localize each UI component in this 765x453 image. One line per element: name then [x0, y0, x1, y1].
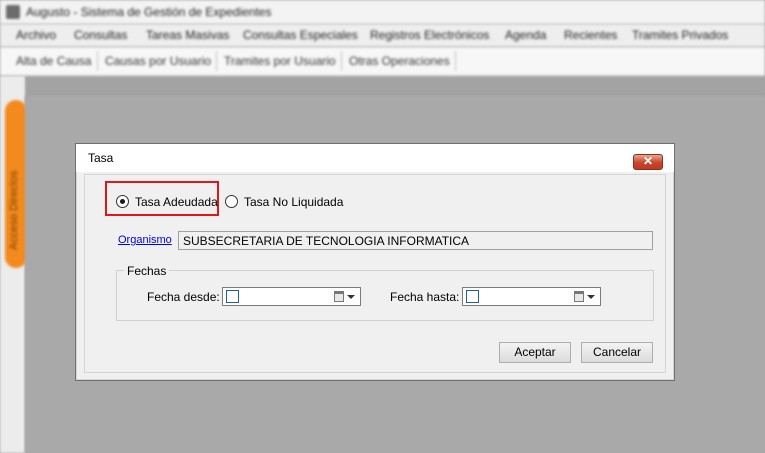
accept-button[interactable]: Aceptar: [499, 342, 571, 363]
menu-recientes[interactable]: Recientes: [564, 28, 617, 42]
menu-agenda[interactable]: Agenda: [505, 28, 546, 42]
side-tab-label: Acceso Directos: [8, 170, 20, 250]
calendar-icon[interactable]: [574, 291, 584, 302]
dialog-title: Tasa: [88, 151, 114, 165]
menubar: Archivo Consultas Tareas Masivas Consult…: [0, 24, 765, 47]
menu-consultas-especiales[interactable]: Consultas Especiales: [243, 28, 358, 42]
toolbar-separator: [455, 51, 456, 71]
fecha-hasta-picker[interactable]: [462, 287, 601, 306]
menu-archivo[interactable]: Archivo: [16, 28, 56, 42]
calendar-icon[interactable]: [334, 291, 344, 302]
organismo-link[interactable]: Organismo: [118, 234, 172, 246]
dropdown-arrow-icon[interactable]: [587, 295, 595, 299]
cancel-button[interactable]: Cancelar: [581, 342, 653, 363]
organismo-field: SUBSECRETARIA DE TECNOLOGIA INFORMATICA: [178, 231, 653, 250]
close-button[interactable]: ✕: [633, 154, 663, 170]
toolbar-otras-operaciones[interactable]: Otras Operaciones: [349, 54, 450, 68]
fecha-desde-picker[interactable]: [222, 287, 361, 306]
fecha-hasta-checkbox[interactable]: [466, 290, 479, 303]
radio-tasa-adeudada[interactable]: [116, 195, 129, 208]
menu-registros-electronicos[interactable]: Registros Electrónicos: [370, 28, 489, 42]
side-tab-accesos-directos[interactable]: Acceso Directos: [5, 100, 27, 268]
toolbar-tramites-por-usuario[interactable]: Tramites por Usuario: [224, 54, 336, 68]
fecha-desde-label: Fecha desde:: [147, 290, 220, 304]
radio-tasa-adeudada-label[interactable]: Tasa Adeudada: [135, 195, 218, 209]
menu-tramites-privados[interactable]: Tramites Privados: [632, 28, 728, 42]
fecha-desde-checkbox[interactable]: [226, 290, 239, 303]
toolbar-separator: [97, 51, 98, 71]
menu-consultas[interactable]: Consultas: [74, 28, 127, 42]
fecha-hasta-label: Fecha hasta:: [390, 290, 460, 304]
radio-tasa-no-liquidada[interactable]: [225, 195, 238, 208]
toolbar-separator: [341, 51, 342, 71]
app-title: Augusto - Sistema de Gestión de Expedien…: [26, 5, 272, 19]
radio-tasa-no-liquidada-label[interactable]: Tasa No Liquidada: [244, 195, 343, 209]
toolbar: Alta de Causa Causas por Usuario Tramite…: [0, 47, 765, 76]
toolbar-alta-de-causa[interactable]: Alta de Causa: [16, 54, 91, 68]
toolbar-causas-por-usuario[interactable]: Causas por Usuario: [105, 54, 211, 68]
dropdown-arrow-icon[interactable]: [347, 295, 355, 299]
menu-tareas-masivas[interactable]: Tareas Masivas: [146, 28, 229, 42]
app-titlebar: Augusto - Sistema de Gestión de Expedien…: [0, 0, 765, 24]
dialog-titlebar: Tasa ✕: [76, 144, 674, 172]
app-icon: [6, 5, 20, 19]
toolbar-separator: [216, 51, 217, 71]
fechas-legend: Fechas: [124, 264, 170, 278]
tasa-dialog: Tasa ✕ Tasa Adeudada Tasa No Liquidada O…: [75, 143, 675, 381]
close-icon: ✕: [642, 154, 654, 168]
